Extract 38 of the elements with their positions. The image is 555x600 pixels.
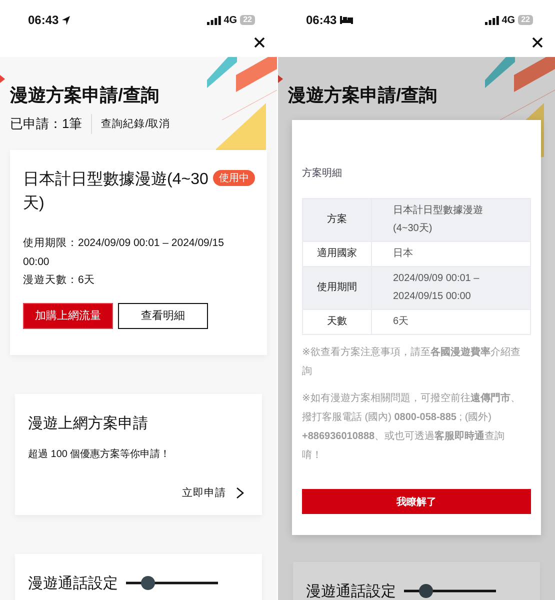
chevron-right-icon [236,486,244,498]
plan-name: 日本計日型數據漫遊(4~30天) [23,170,210,214]
dialog-heading: 方案明細 [302,166,343,180]
days-text: 漫遊天數：6天 [23,273,96,288]
apply-link[interactable]: 立即申請 [182,486,244,500]
location-arrow-icon [62,16,70,24]
card-text: 超過 100 個優惠方案等你申請！ [28,448,172,460]
table-cell: 使用期間 [302,266,372,310]
signal-icon [484,16,499,24]
table-cell: 方案 [302,198,372,242]
note-text: ※欲查看方案注意事項，請至各國漫遊費率介紹查詢 [302,345,522,379]
signal-icon [206,16,221,24]
status-badge: 使用中 [213,170,255,186]
network-label: 4G [224,14,238,26]
period-text: 使用期限：2024/09/09 00:01 – 2024/09/15 00:00 [23,236,225,270]
status-time: 06:43 [28,13,59,27]
page-title: 漫遊方案申請/查詢 [8,84,160,107]
card-title: 漫遊通話設定 [306,582,396,600]
close-button[interactable] [532,37,543,48]
applied-count: 已申請：1筆 [10,115,82,133]
confirm-button[interactable]: 我瞭解了 [302,489,531,514]
status-time: 06:43 [306,13,337,27]
battery-indicator: 22 [240,15,255,25]
table-cell: 日本計日型數據漫遊(4~30天) [372,198,530,242]
close-button[interactable] [254,37,265,48]
note-text: ※如有漫遊方案相關問題，可撥空前往遠傳門市、撥打客服電話 (國內) 0800-058-885 ; (國外) +886936010888、或也可透過客服即時通查詢唷！ [302,391,522,463]
table-cell: 2024/09/09 00:01 – 2024/09/15 00:00 [372,266,530,310]
card-title: 漫遊上網方案申請 [28,414,149,434]
card-title: 漫遊通話設定 [28,574,118,594]
details-button[interactable]: 查看明細 [118,302,208,328]
network-label: 4G [502,14,516,26]
table-cell: 6天 [372,310,530,334]
buy-data-button[interactable]: 加購上網流量 [23,302,113,328]
page-title: 漫遊方案申請/查詢 [286,84,438,107]
table-cell: 天數 [302,310,372,334]
bed-icon [340,16,353,24]
records-link[interactable]: 查詢紀錄/取消 [101,117,170,131]
battery-indicator: 22 [518,15,533,25]
